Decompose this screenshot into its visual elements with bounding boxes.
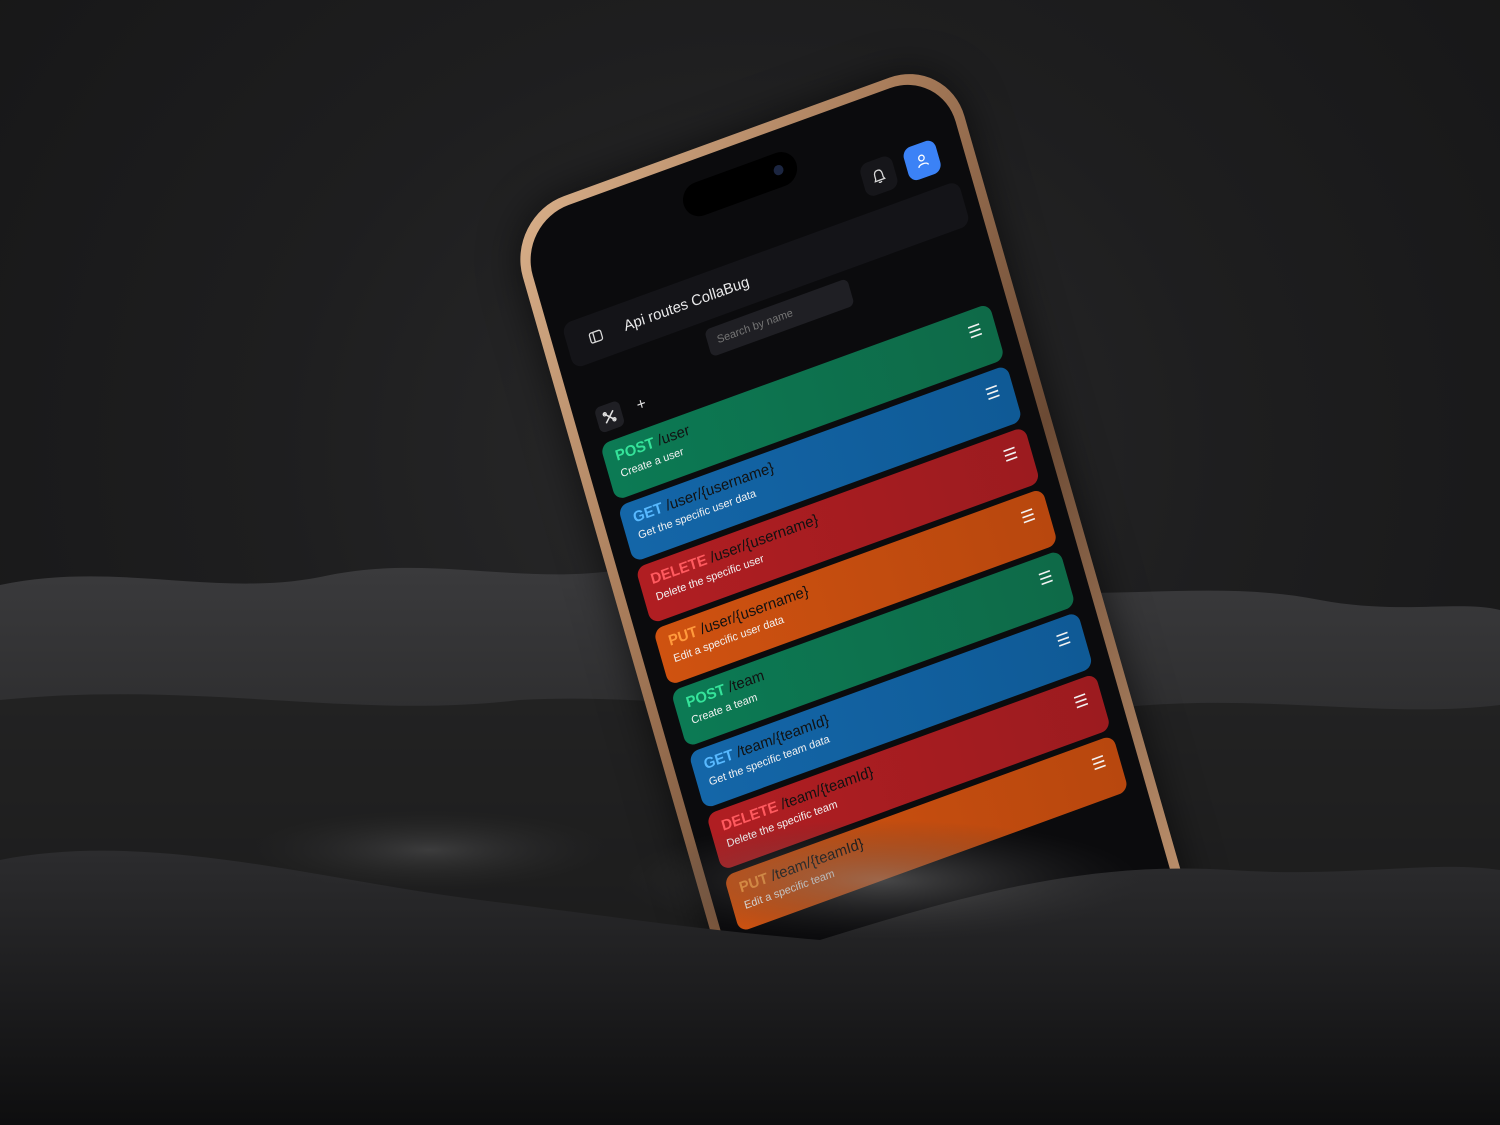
user-icon[interactable] bbox=[901, 138, 943, 183]
bell-icon[interactable] bbox=[858, 153, 900, 199]
camera-icon bbox=[772, 163, 785, 177]
sidebar-toggle-icon[interactable] bbox=[579, 318, 613, 355]
add-route-button[interactable]: + bbox=[626, 388, 658, 422]
dynamic-island bbox=[678, 147, 802, 222]
scene: Api routes CollaBug + POST/user Create a… bbox=[0, 0, 1500, 1125]
tools-icon[interactable] bbox=[593, 399, 626, 434]
